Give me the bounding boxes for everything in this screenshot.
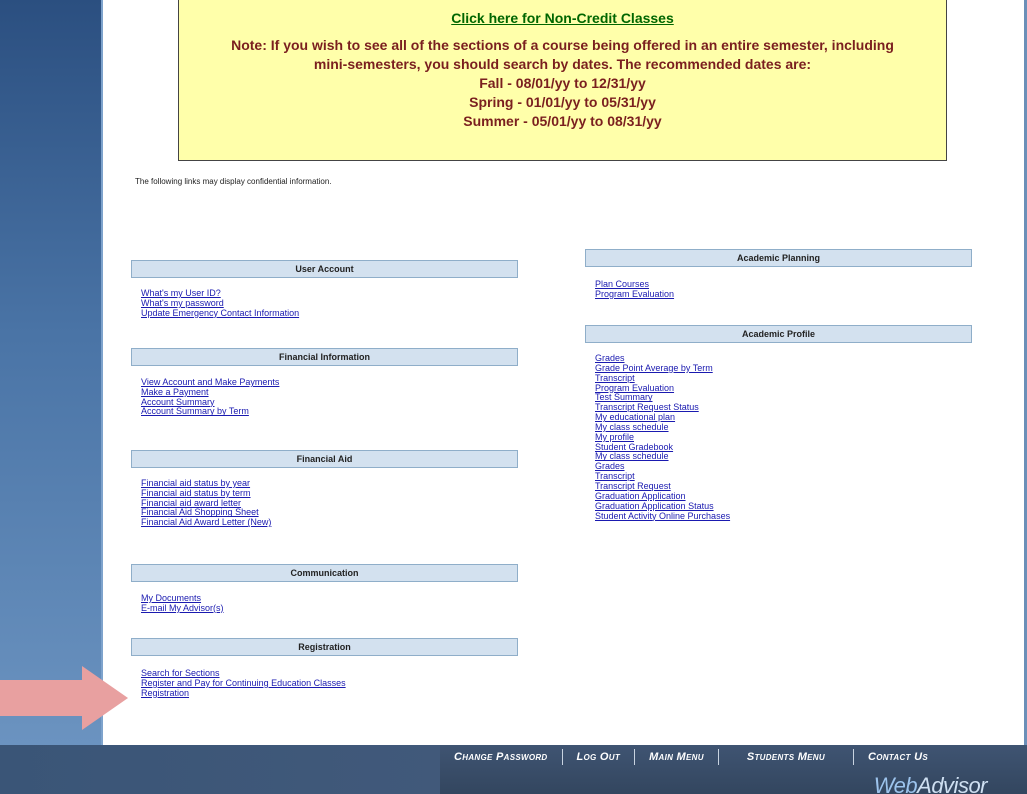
- link-emergency-contact[interactable]: Update Emergency Contact Information: [141, 308, 299, 319]
- financial-information-header: Financial Information: [131, 348, 518, 366]
- nav-log-out[interactable]: Log Out: [563, 751, 635, 763]
- notice-line: Note: If you wish to see all of the sect…: [231, 37, 894, 53]
- nav-students-menu[interactable]: Students Menu: [719, 751, 853, 763]
- academic-planning-links: Plan Courses Program Evaluation: [595, 279, 674, 300]
- notice-line: Spring - 01/01/yy to 05/31/yy: [469, 94, 656, 110]
- user-account-header: User Account: [131, 260, 518, 278]
- non-credit-classes-link[interactable]: Click here for Non-Credit Classes: [179, 10, 946, 26]
- link-account-summary-term[interactable]: Account Summary by Term: [141, 407, 279, 417]
- logo-part-web: Web: [873, 773, 918, 794]
- link-email-advisor[interactable]: E-mail My Advisor(s): [141, 603, 224, 614]
- nav-change-password[interactable]: Change Password: [440, 751, 562, 763]
- communication-header: Communication: [131, 564, 518, 582]
- link-aid-award-letter-new[interactable]: Financial Aid Award Letter (New): [141, 517, 271, 528]
- logo-part-advisor: Advisor: [917, 773, 987, 794]
- financial-information-links: View Account and Make Payments Make a Pa…: [141, 377, 279, 417]
- left-band-edge: [101, 0, 103, 745]
- webadvisor-logo: WebAdvisor: [873, 773, 988, 794]
- academic-profile-links: Grades Grade Point Average by Term Trans…: [595, 353, 730, 522]
- academic-planning-header: Academic Planning: [585, 249, 972, 267]
- nav-main-menu[interactable]: Main Menu: [635, 751, 718, 763]
- link-program-evaluation[interactable]: Program Evaluation: [595, 289, 674, 300]
- academic-profile-header: Academic Profile: [585, 325, 972, 343]
- financial-aid-header: Financial Aid: [131, 450, 518, 468]
- notice-line: Summer - 05/01/yy to 08/31/yy: [463, 113, 662, 129]
- registration-links: Search for Sections Register and Pay for…: [141, 668, 346, 699]
- left-gradient-band: [0, 0, 101, 745]
- notice-line: mini-semesters, you should search by dat…: [313, 56, 812, 72]
- communication-links: My Documents E-mail My Advisor(s): [141, 593, 224, 614]
- notice-text: Note: If you wish to see all of the sect…: [199, 36, 926, 131]
- link-activity-purchases[interactable]: Student Activity Online Purchases: [595, 511, 730, 522]
- nav-contact-us[interactable]: Contact Us: [854, 751, 942, 763]
- confidential-notice: The following links may display confiden…: [135, 177, 332, 186]
- bottom-nav-left: [0, 745, 440, 794]
- page: Click here for Non-Credit Classes Note: …: [0, 0, 1027, 794]
- notice-line: Fall - 08/01/yy to 12/31/yy: [479, 75, 646, 91]
- notice-box: Click here for Non-Credit Classes Note: …: [178, 0, 947, 161]
- bottom-nav-menu: Change Password Log Out Main Menu Studen…: [440, 745, 942, 769]
- registration-header: Registration: [131, 638, 518, 656]
- financial-aid-links: Financial aid status by year Financial a…: [141, 478, 271, 528]
- user-account-links: What's my User ID? What's my password Up…: [141, 288, 299, 319]
- link-registration[interactable]: Registration: [141, 688, 346, 699]
- pointer-arrow-icon: [0, 666, 128, 730]
